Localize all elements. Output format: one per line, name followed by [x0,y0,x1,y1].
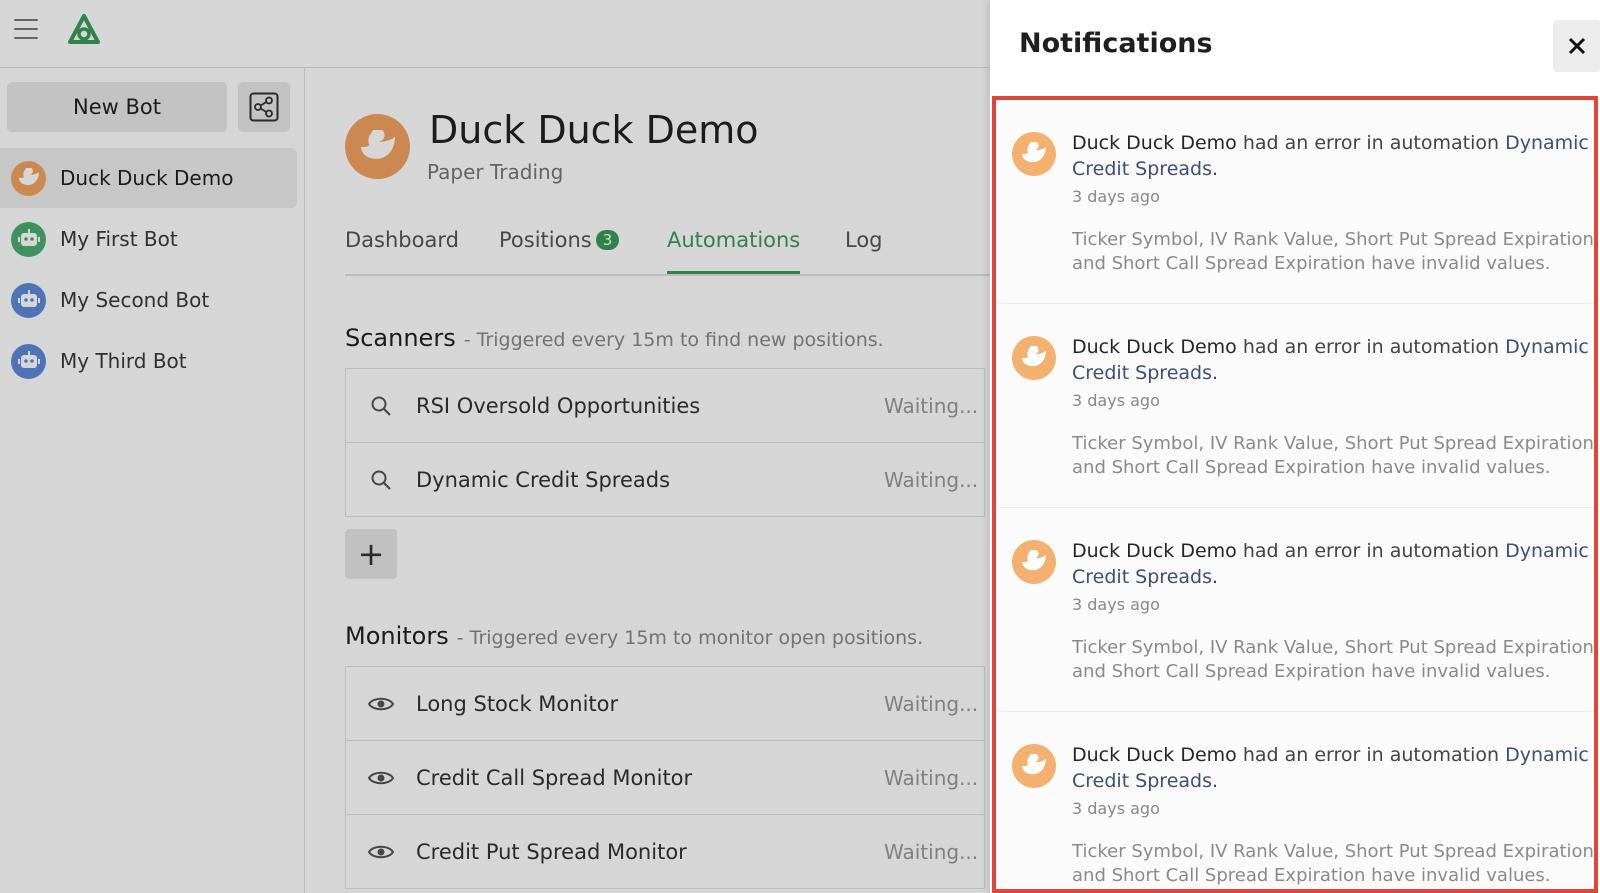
bot-name: Duck Duck Demo [1072,744,1237,766]
close-icon [1568,37,1586,55]
notification-item[interactable]: Duck Duck Demo had an error in automatio… [996,100,1594,304]
timestamp: 3 days ago [1072,391,1160,410]
notification-list: Duck Duck Demo had an error in automatio… [992,96,1598,893]
bot-name: Duck Duck Demo [1072,540,1237,562]
error-detail: Ticker Symbol, IV Rank Value, Short Put … [1072,433,1594,478]
bot-name: Duck Duck Demo [1072,336,1237,358]
notification-message: Duck Duck Demo had an error in automatio… [1072,132,1589,180]
message-text: had an error in automation [1236,540,1506,562]
error-detail: Ticker Symbol, IV Rank Value, Short Put … [1072,841,1594,886]
notification-item[interactable]: Duck Duck Demo had an error in automatio… [996,304,1594,508]
notifications-drawer: Notifications Duck Duck Demo had an erro… [990,0,1600,893]
timestamp: 3 days ago [1072,187,1160,206]
close-button[interactable] [1553,20,1600,72]
duck-icon [1012,540,1056,584]
message-text: had an error in automation [1236,744,1506,766]
duck-icon [1012,336,1056,380]
error-detail: Ticker Symbol, IV Rank Value, Short Put … [1072,637,1594,682]
timestamp: 3 days ago [1072,799,1160,818]
duck-icon [1012,132,1056,176]
message-text: had an error in automation [1236,336,1506,358]
bot-name: Duck Duck Demo [1072,132,1237,154]
notification-item[interactable]: Duck Duck Demo had an error in automatio… [996,508,1594,712]
notification-message: Duck Duck Demo had an error in automatio… [1072,744,1589,792]
notification-message: Duck Duck Demo had an error in automatio… [1072,540,1589,588]
notification-item[interactable]: Duck Duck Demo had an error in automatio… [996,712,1594,889]
notification-message: Duck Duck Demo had an error in automatio… [1072,336,1589,384]
error-detail: Ticker Symbol, IV Rank Value, Short Put … [1072,229,1594,274]
message-text: had an error in automation [1236,132,1506,154]
timestamp: 3 days ago [1072,595,1160,614]
duck-icon [1012,744,1056,788]
drawer-title: Notifications [1019,28,1213,59]
